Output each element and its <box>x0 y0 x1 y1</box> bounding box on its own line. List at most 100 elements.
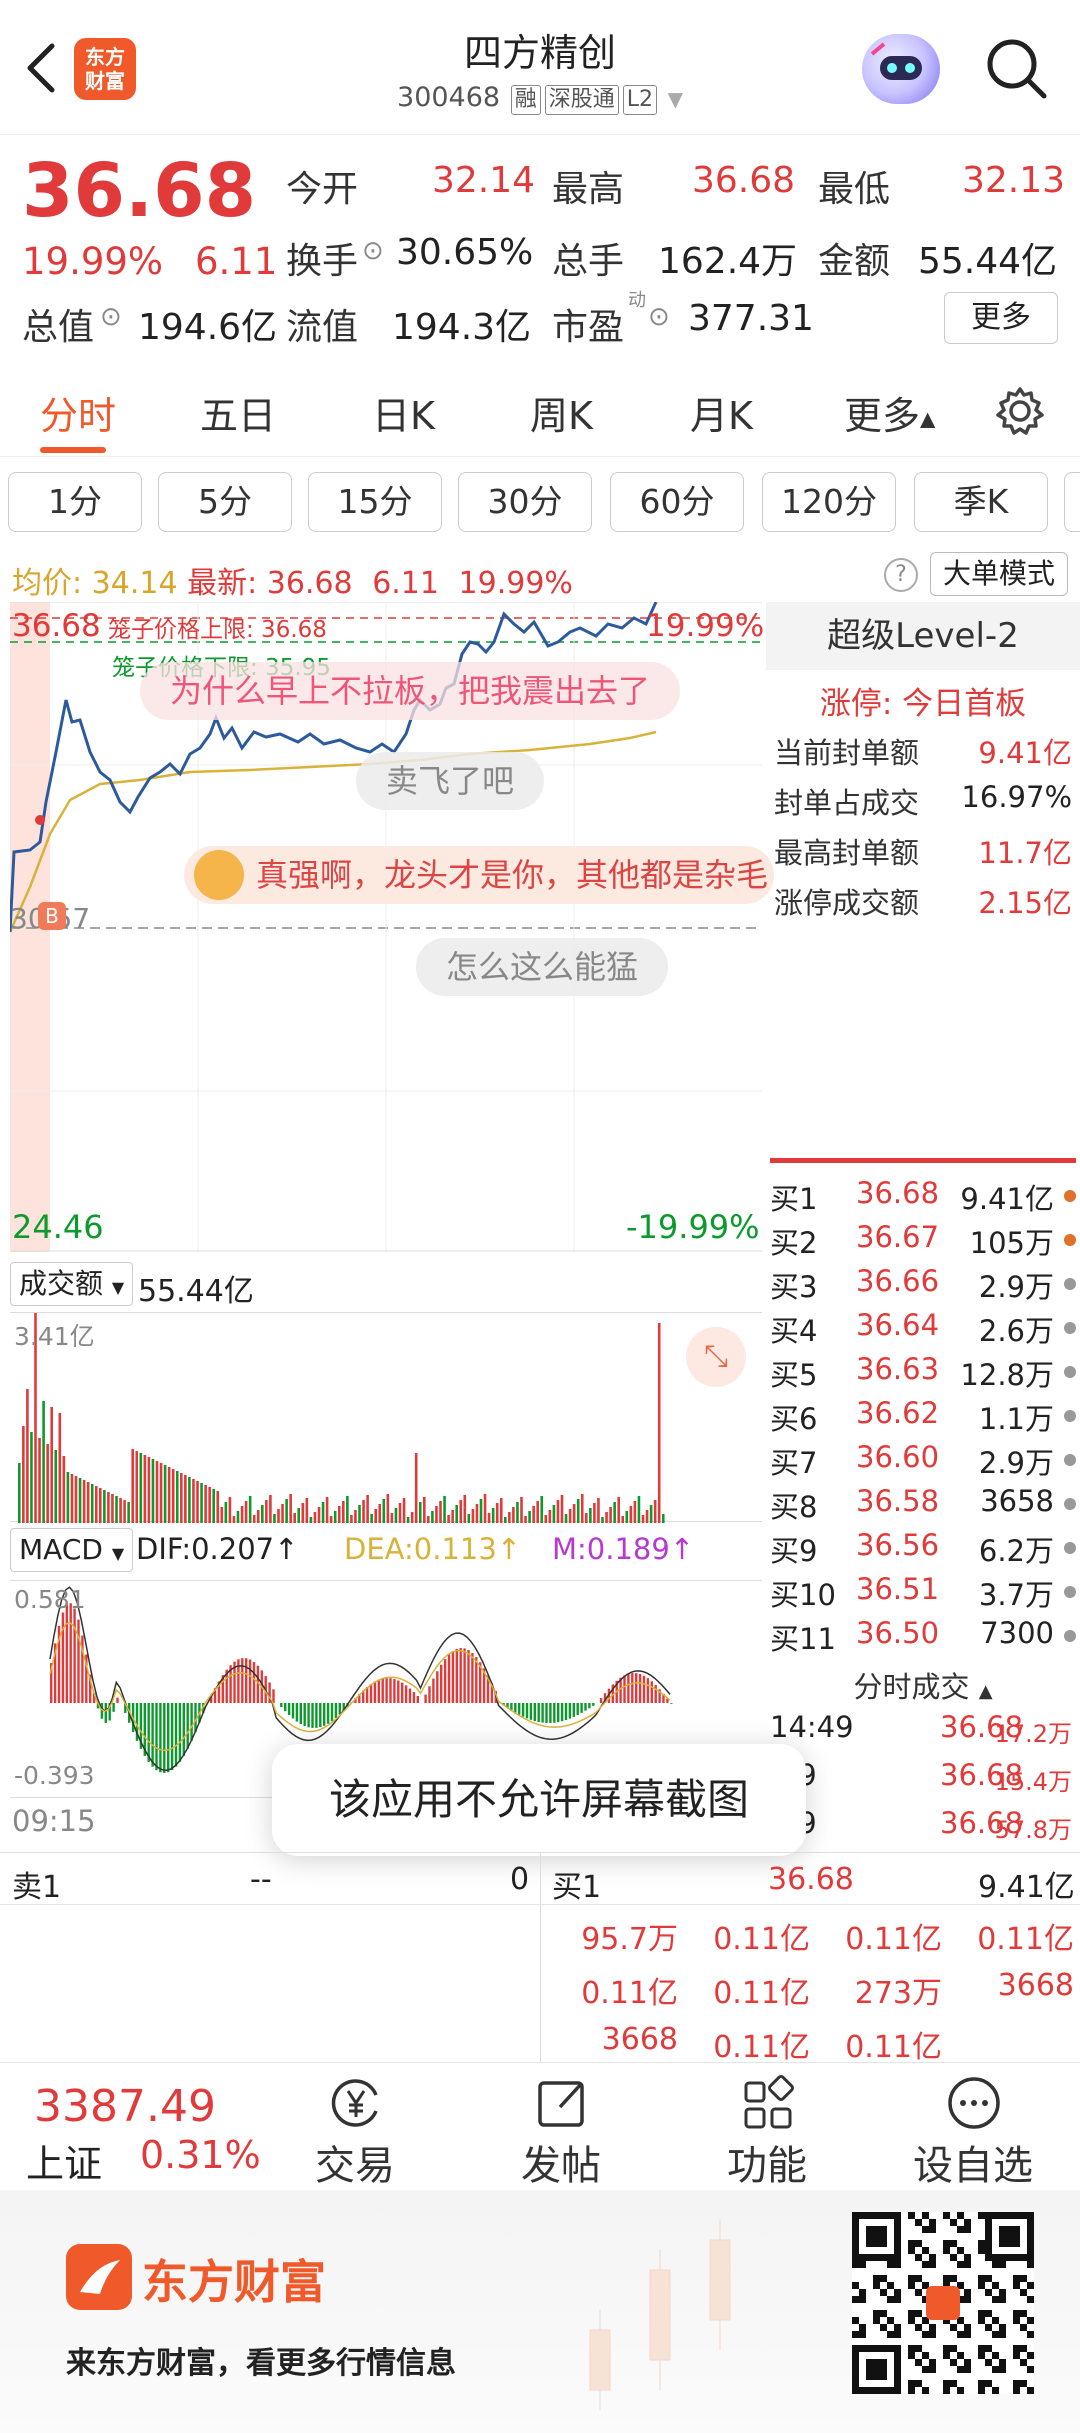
order-book-row[interactable]: 买4 36.64 2.6万 <box>770 1308 1080 1352</box>
help-icon[interactable]: ? <box>884 558 918 592</box>
dropdown-icon[interactable]: ▼ <box>668 87 683 111</box>
expand-icon[interactable]: ⤡ <box>686 1327 746 1387</box>
index-ticker[interactable]: 3387.49 上证 0.31% <box>0 2063 270 2191</box>
qr-module <box>887 2212 894 2219</box>
stat-value: 2.15亿 <box>978 886 1072 920</box>
macd-selector[interactable]: MACD ▼ <box>10 1528 134 1572</box>
nav-post[interactable]: 发帖 <box>496 2063 626 2191</box>
macd-m: M:0.189↑ <box>552 1532 695 1566</box>
order-book-row[interactable]: 买6 36.62 1.1万 <box>770 1396 1080 1440</box>
volume-chart[interactable]: 3.41亿 ⤡ <box>10 1275 762 1523</box>
comment-bubble[interactable]: 真强啊，龙头才是你，其他都是杂毛 <box>184 846 774 904</box>
tab-daily-k[interactable]: 日K <box>372 385 435 440</box>
level2-title[interactable]: 超级Level-2 <box>766 602 1080 670</box>
search-icon[interactable] <box>982 34 1052 104</box>
comment-bubble[interactable]: 怎么这么能猛 <box>416 938 669 996</box>
dropdown-icon: ▼ <box>111 1544 125 1563</box>
nav-add-watchlist[interactable]: 设自选 <box>908 2063 1038 2191</box>
order-book-row[interactable]: 买3 36.66 2.9万 <box>770 1264 1080 1308</box>
volume-bar <box>427 1516 430 1523</box>
buy-marker-icon[interactable]: B <box>38 902 66 930</box>
qr-module <box>985 2226 992 2233</box>
order-dot-icon <box>1064 1542 1076 1554</box>
qr-module <box>859 2261 866 2268</box>
interval-60min[interactable]: 60分 <box>610 472 744 532</box>
volume-bar <box>123 1500 126 1523</box>
volume-bar <box>236 1511 240 1523</box>
qr-module <box>894 2373 901 2380</box>
qr-module <box>852 2247 859 2254</box>
ticks-header[interactable]: 分时成交 ▲ <box>766 1664 1080 1706</box>
order-book-row[interactable]: 买9 36.56 6.2万 <box>770 1528 1080 1572</box>
order-book-row[interactable]: 买11 36.50 7300 <box>770 1616 1080 1660</box>
interval-overflow[interactable] <box>1064 472 1080 532</box>
tab-monthly-k[interactable]: 月K <box>690 385 753 440</box>
volume-bar <box>248 1496 252 1523</box>
stat-value: 11.7亿 <box>978 836 1072 870</box>
macd-bar <box>475 1657 478 1703</box>
macd-bar <box>241 1658 244 1703</box>
order-book-row[interactable]: 买1 36.68 9.41亿 <box>770 1176 1080 1220</box>
pe-superscript: 动 <box>628 290 646 311</box>
order-book-row[interactable]: 买10 36.51 3.7万 <box>770 1572 1080 1616</box>
qr-module <box>894 2212 901 2219</box>
interval-15min[interactable]: 15分 <box>308 472 442 532</box>
interval-1min[interactable]: 1分 <box>8 472 142 532</box>
assistant-robot-icon[interactable] <box>862 34 940 104</box>
volume-selector[interactable]: 成交额 ▼ <box>10 1262 134 1306</box>
macd-bar <box>163 1703 166 1773</box>
interval-30min[interactable]: 30分 <box>458 472 592 532</box>
order-dot-icon <box>1064 1630 1076 1642</box>
qr-module <box>992 2261 999 2268</box>
tab-five-day[interactable]: 五日 <box>200 385 276 440</box>
pe-info-icon[interactable]: ⊙ <box>648 302 670 332</box>
more-stats-button[interactable]: 更多 <box>944 292 1058 344</box>
nav-trade[interactable]: 交易 <box>290 2063 420 2191</box>
tab-more[interactable]: 更多▲ <box>844 385 935 440</box>
macd-bar <box>424 1694 427 1703</box>
macd-bar <box>588 1703 591 1709</box>
qr-module <box>978 2282 985 2289</box>
limit-up-status: 涨停: 今日首板 <box>819 686 1027 722</box>
interval-120min[interactable]: 120分 <box>762 472 896 532</box>
big-order-mode-button[interactable]: 大单模式 <box>930 552 1068 596</box>
tab-intraday[interactable]: 分时 <box>40 385 116 440</box>
qr-module <box>957 2352 964 2359</box>
volume-bar <box>342 1501 345 1523</box>
qr-module <box>852 2240 859 2247</box>
intraday-price-chart[interactable]: 36.68 笼子价格上限: 36.68 笼子价格下限: 35.95 19.99%… <box>8 601 774 1252</box>
interval-quarter-k[interactable]: 季K <box>914 472 1048 532</box>
divider <box>0 1904 1080 1905</box>
order-book-row[interactable]: 买7 36.60 2.9万 <box>770 1440 1080 1484</box>
order-book-row[interactable]: 买2 36.67 105万 <box>770 1220 1080 1264</box>
qr-module <box>1027 2261 1034 2268</box>
qr-module <box>922 2352 929 2359</box>
volume-bar <box>111 1494 114 1523</box>
comment-bubble[interactable]: 为什么早上不拉板，把我震出去了 <box>140 662 681 720</box>
settings-gear-icon[interactable] <box>994 385 1046 441</box>
macd-bar <box>284 1703 287 1712</box>
qr-module <box>999 2212 1006 2219</box>
qr-module <box>908 2352 915 2359</box>
volume-bar <box>459 1500 463 1523</box>
qr-module <box>929 2226 936 2233</box>
volume-bar <box>528 1511 531 1523</box>
order-book-row[interactable]: 买5 36.63 12.8万 <box>770 1352 1080 1396</box>
qr-module <box>964 2296 971 2303</box>
nav-functions[interactable]: 功能 <box>702 2063 832 2191</box>
order-book-row[interactable]: 买8 36.58 3658 <box>770 1484 1080 1528</box>
qr-module <box>985 2359 992 2366</box>
turnover-info-icon[interactable]: ⊙ <box>362 236 384 266</box>
volume-bar <box>621 1516 625 1523</box>
order-volume: 3.7万 <box>978 1578 1054 1612</box>
tab-weekly-k[interactable]: 周K <box>530 385 593 440</box>
queue-cell: 273万 <box>854 1976 942 2011</box>
comment-bubble[interactable]: 卖飞了吧 <box>356 752 545 810</box>
qr-module <box>852 2219 859 2226</box>
mktcap-info-icon[interactable]: ⊙ <box>100 302 122 332</box>
turnover-value: 30.65% <box>396 232 534 273</box>
interval-5min[interactable]: 5分 <box>158 472 292 532</box>
order-level-label: 买3 <box>770 1270 818 1304</box>
volume-bar <box>232 1516 236 1523</box>
order-level-label: 买11 <box>770 1622 836 1656</box>
